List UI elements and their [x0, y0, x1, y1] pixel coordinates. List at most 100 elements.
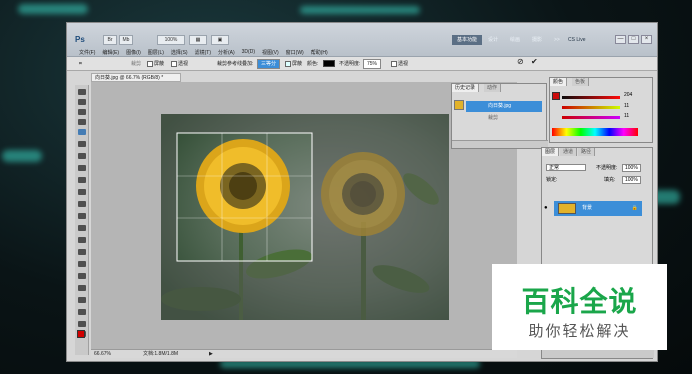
- workspace-photography[interactable]: 摄影: [532, 35, 542, 45]
- cslive-button[interactable]: CS Live: [568, 35, 600, 45]
- menu-layer[interactable]: 图层(L): [148, 49, 164, 56]
- blue-value[interactable]: 11: [624, 113, 629, 119]
- overlay-label: 裁剪参考线叠加:: [217, 61, 254, 67]
- crop-tool-active-icon[interactable]: [78, 129, 86, 135]
- layer-background[interactable]: 背景 🔒: [554, 201, 642, 216]
- quick-select-tool-icon[interactable]: [78, 119, 86, 125]
- hand-tool-icon[interactable]: [78, 321, 86, 327]
- menu-image[interactable]: 图像(I): [126, 49, 141, 56]
- 3d-rotate-tool-icon[interactable]: [78, 297, 86, 303]
- move-tool-icon[interactable]: [78, 89, 86, 95]
- commit-icon[interactable]: ✔: [531, 58, 538, 66]
- marquee-tool-icon[interactable]: [78, 99, 86, 105]
- visibility-eye-icon[interactable]: ●: [544, 205, 548, 211]
- dodge-tool-icon[interactable]: [78, 237, 86, 243]
- eyedropper-tool-icon[interactable]: [78, 141, 86, 147]
- crop-tool-icon[interactable]: ⌗: [79, 60, 82, 68]
- zoom-readout[interactable]: 66.67%: [94, 350, 111, 358]
- menu-filter[interactable]: 滤镜(T): [195, 49, 211, 56]
- workspace-more[interactable]: >>: [554, 35, 560, 45]
- menu-view[interactable]: 视图(V): [262, 49, 279, 56]
- menu-help[interactable]: 帮助(H): [311, 49, 328, 56]
- blend-mode-select[interactable]: 正常: [546, 164, 586, 171]
- status-arrow-icon[interactable]: ▶: [209, 350, 213, 358]
- perspective-label-b: 透视: [398, 61, 409, 67]
- opacity-label: 不透明度:: [339, 61, 361, 67]
- green-value[interactable]: 11: [624, 103, 629, 109]
- tab-paths[interactable]: 路径: [578, 148, 596, 156]
- tab-history[interactable]: 历史记录: [452, 84, 480, 92]
- pen-tool-icon[interactable]: [78, 249, 86, 255]
- 3d-orbit-tool-icon[interactable]: [78, 309, 86, 315]
- document-tab[interactable]: 向日葵.jpg @ 66.7% (RGB/8) *: [91, 73, 181, 82]
- menu-edit[interactable]: 编辑(E): [102, 49, 119, 56]
- zoom-level-dropdown[interactable]: 100%: [157, 35, 185, 45]
- tab-actions[interactable]: 动作: [484, 84, 502, 92]
- color-fg-swatch[interactable]: [552, 92, 560, 100]
- arrange-documents-button[interactable]: ▦: [189, 35, 207, 45]
- perspective-checkbox-a[interactable]: [171, 60, 177, 67]
- minimize-icon[interactable]: —: [615, 35, 626, 44]
- history-brush-tool-icon[interactable]: [78, 189, 86, 195]
- perspective-check[interactable]: 透视: [391, 60, 408, 68]
- opacity-input[interactable]: 75%: [363, 59, 382, 69]
- fill-input[interactable]: 100%: [622, 176, 641, 184]
- tab-layers[interactable]: 图层: [542, 148, 560, 156]
- foreground-color-swatch[interactable]: [77, 330, 85, 338]
- lasso-tool-icon[interactable]: [78, 109, 86, 115]
- maximize-icon[interactable]: □: [628, 35, 639, 44]
- workspace-design[interactable]: 设计: [488, 35, 498, 45]
- color-swatch[interactable]: [323, 60, 335, 67]
- history-item-open[interactable]: 向日葵.jpg: [466, 101, 542, 112]
- watermark-box: 百科全说 助你轻松解决: [492, 264, 667, 350]
- perspective-toggle[interactable]: 透视: [171, 60, 188, 68]
- eraser-tool-icon[interactable]: [78, 201, 86, 207]
- perspective-checkbox-b[interactable]: [391, 60, 397, 67]
- tab-channels[interactable]: 通道: [560, 148, 578, 156]
- shape-tool-icon[interactable]: [78, 285, 86, 291]
- blur-tool-icon[interactable]: [78, 225, 86, 231]
- type-tool-icon[interactable]: [78, 261, 86, 267]
- workspace-painting[interactable]: 绘画: [510, 35, 520, 45]
- gradient-tool-icon[interactable]: [78, 213, 86, 219]
- green-slider[interactable]: [562, 106, 620, 109]
- overlay-select[interactable]: 三等分: [257, 59, 281, 69]
- watermark-title: 百科全说: [521, 286, 638, 317]
- mini-bridge-button[interactable]: Mb: [119, 35, 133, 45]
- red-slider[interactable]: [562, 96, 620, 99]
- fill-label: 填充:: [604, 177, 616, 183]
- main-menu: 文件(F) 编辑(E) 图像(I) 图层(L) 选择(S) 滤镜(T) 分析(A…: [79, 49, 328, 56]
- tab-color[interactable]: 颜色: [550, 78, 568, 86]
- shield-checked-icon[interactable]: [285, 60, 291, 67]
- workspace-essentials[interactable]: 基本功能: [452, 35, 482, 45]
- close-icon[interactable]: ×: [641, 35, 652, 44]
- sunflower-left: [196, 139, 290, 233]
- color-spectrum-bar[interactable]: [552, 128, 638, 136]
- sunflower-photo: [161, 114, 449, 320]
- brush-tool-icon[interactable]: [78, 165, 86, 171]
- menu-file[interactable]: 文件(F): [79, 49, 95, 56]
- red-value[interactable]: 204: [624, 92, 632, 98]
- menu-analysis[interactable]: 分析(A): [218, 49, 235, 56]
- screen-mode-button[interactable]: ▣: [211, 35, 229, 45]
- path-select-tool-icon[interactable]: [78, 273, 86, 279]
- shield-toggle[interactable]: 屏蔽: [147, 60, 164, 68]
- bridge-button[interactable]: Br: [103, 35, 117, 45]
- status-bar: 66.67% 文档:1.8M/1.8M ▶: [91, 349, 517, 358]
- history-snapshot-thumb[interactable]: [454, 100, 464, 110]
- clone-tool-icon[interactable]: [78, 177, 86, 183]
- menu-3d[interactable]: 3D(D): [242, 49, 255, 56]
- shield-check[interactable]: 屏蔽: [285, 60, 302, 68]
- shield-checkbox[interactable]: [147, 60, 153, 67]
- healing-tool-icon[interactable]: [78, 153, 86, 159]
- crop-label: 裁剪: [131, 61, 142, 67]
- menu-window[interactable]: 窗口(W): [286, 49, 304, 56]
- layer-lock-icon: 🔒: [631, 205, 638, 211]
- cancel-icon[interactable]: ⊘: [517, 58, 524, 66]
- menu-select[interactable]: 选择(S): [171, 49, 188, 56]
- blue-slider[interactable]: [562, 116, 620, 119]
- lock-label: 锁定:: [546, 177, 558, 183]
- tab-swatches[interactable]: 色板: [572, 78, 590, 86]
- layer-opacity-input[interactable]: 100%: [622, 164, 641, 172]
- history-item-crop[interactable]: 裁剪: [488, 114, 498, 121]
